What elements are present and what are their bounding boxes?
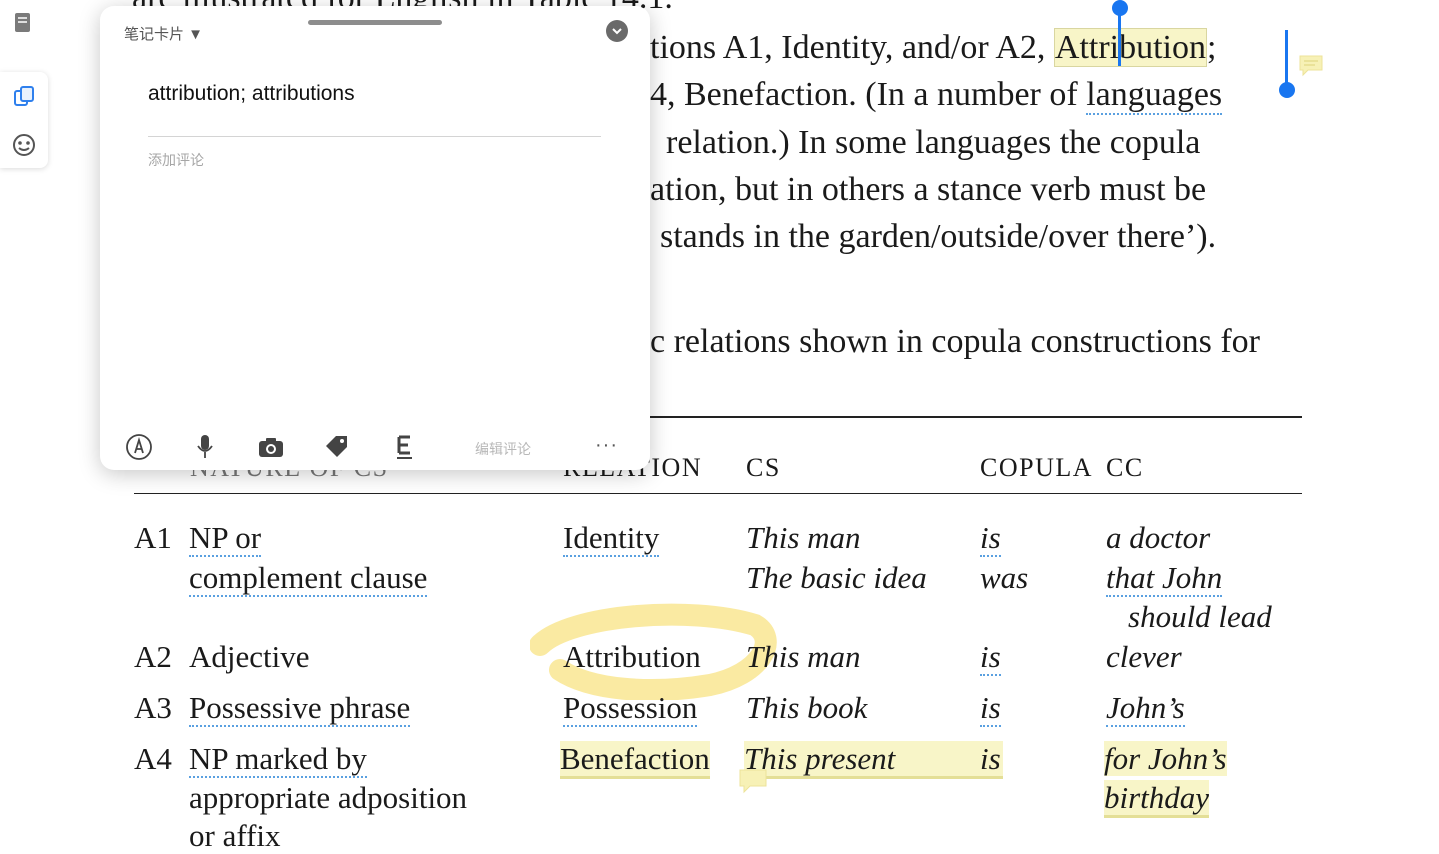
row-a3-nature[interactable]: Possessive phrase (189, 690, 411, 727)
side-toolbar (0, 72, 48, 168)
comment-badge-icon-2[interactable] (738, 768, 768, 794)
edit-comment-button[interactable]: 编辑评论 (475, 439, 531, 459)
copy-icon[interactable] (11, 84, 37, 110)
text-line-1-a: tions A1, Identity, and/or A2, (650, 29, 1046, 66)
row-a4-cop1[interactable]: is (980, 741, 1001, 779)
row-a2-relation[interactable]: Attribution (563, 639, 701, 675)
row-a4-cs1[interactable]: This present (744, 741, 1004, 779)
row-a4-cc2-highlight[interactable]: birthday (1104, 780, 1210, 818)
text-line-2-a: 4, Benefaction. (In a number of (650, 76, 1078, 113)
row-a4-cc2[interactable]: birthday (1104, 780, 1210, 818)
header-cs: CS (746, 453, 781, 482)
row-a3-nature-text[interactable]: Possessive phrase (189, 690, 411, 727)
selection-end-knob[interactable] (1279, 82, 1295, 98)
row-a4-relation-highlight[interactable]: Benefaction (560, 741, 710, 779)
row-a3-cc1-text[interactable]: John’s (1106, 690, 1185, 727)
row-a2-nature: Adjective (189, 639, 310, 674)
row-a2-cc1: clever (1106, 639, 1182, 674)
row-a1-cc2[interactable]: that John (1106, 560, 1223, 597)
text-line-4: ation, but in others a stance verb must … (650, 171, 1207, 208)
text-line-1: tions A1, Identity, and/or A2, Attributi… (650, 28, 1216, 68)
row-a1-cop2: was (980, 560, 1029, 595)
row-a1-id: A1 (134, 520, 172, 555)
row-a3-cs1: This book (746, 690, 868, 725)
row-a4-nature[interactable]: NP marked by (189, 741, 367, 778)
row-a4-nature-text[interactable]: NP marked by (189, 741, 367, 778)
camera-icon[interactable] (256, 432, 286, 462)
note-card-title[interactable]: 笔记卡片 ▼ (124, 23, 203, 44)
row-a4-nature-2: appropriate adposition (189, 780, 468, 815)
row-a3-id: A3 (134, 690, 172, 725)
note-quote-text: attribution; attributions (148, 82, 355, 105)
row-a1-cs1: This man (746, 520, 861, 555)
row-a1-nature-line2[interactable]: complement clause (189, 560, 428, 597)
row-a1-relation-text[interactable]: Identity (563, 520, 660, 557)
text-line-1-c: ; (1207, 29, 1217, 66)
selected-word-attribution[interactable]: Attribution (1053, 28, 1207, 67)
chevron-down-icon (612, 28, 622, 35)
pen-icon[interactable] (124, 432, 154, 462)
more-options-button[interactable]: ··· (595, 434, 618, 457)
tag-icon[interactable] (322, 432, 352, 462)
row-a2-cop1-text[interactable]: is (980, 639, 1001, 676)
text-line-2: 4, Benefaction. (In a number of language… (650, 75, 1223, 115)
text-line-6: c relations shown in copula construction… (650, 323, 1260, 360)
row-a3-relation-text[interactable]: Possession (563, 690, 698, 727)
row-a3-relation[interactable]: Possession (563, 690, 698, 727)
comment-input[interactable]: 添加评论 (148, 150, 204, 170)
row-a4-relation[interactable]: Benefaction (560, 741, 710, 779)
row-a4-cop1-highlight[interactable]: is (980, 741, 1001, 779)
table-top-rule (650, 416, 1302, 418)
row-a1-cc1: a doctor (1106, 520, 1211, 555)
note-divider (148, 136, 601, 137)
row-a4-cc1[interactable]: for John’s (1104, 741, 1227, 777)
text-line-3: relation.) In some languages the copula (666, 124, 1201, 161)
note-card[interactable]: 笔记卡片 ▼ attribution; attributions 添加评论 编辑… (100, 6, 650, 470)
text-format-icon[interactable] (390, 432, 420, 462)
row-a1-cc3: should lead (1128, 599, 1272, 634)
row-a4-cs1-highlight[interactable]: This present (744, 741, 1004, 779)
word-languages[interactable]: languages (1086, 76, 1223, 115)
row-a4-nature-3: or affix (189, 818, 281, 853)
row-a1-nature: NP or (189, 520, 262, 557)
selection-start-knob[interactable] (1112, 0, 1128, 16)
row-a2-cs1: This man (746, 639, 861, 674)
row-a3-cop1-text[interactable]: is (980, 690, 1001, 727)
header-cc: CC (1106, 453, 1144, 482)
notebook-icon[interactable] (10, 10, 36, 36)
row-a1-nature-line1[interactable]: NP or (189, 520, 262, 557)
table-header-rule (134, 493, 1302, 494)
row-a4-cc1-highlight[interactable]: for John’s (1104, 741, 1227, 776)
row-a1-cc2-text[interactable]: that John (1106, 560, 1223, 597)
row-a1-relation[interactable]: Identity (563, 520, 660, 557)
row-a3-cop1[interactable]: is (980, 690, 1001, 727)
row-a2-id: A2 (134, 639, 172, 674)
row-a1-cs2: The basic idea (746, 560, 927, 595)
row-a1-cop1-text[interactable]: is (980, 520, 1001, 557)
microphone-icon[interactable] (190, 432, 220, 462)
row-a2-cop1[interactable]: is (980, 639, 1001, 676)
row-a3-cc1[interactable]: John’s (1106, 690, 1185, 727)
selection-end-handle[interactable] (1285, 30, 1288, 90)
row-a4-id: A4 (134, 741, 172, 776)
row-a1-nature-2[interactable]: complement clause (189, 560, 428, 597)
drag-handle[interactable] (308, 20, 442, 25)
header-copula: COPULA (980, 453, 1094, 482)
emoji-icon[interactable] (11, 132, 37, 158)
collapse-button[interactable] (606, 20, 628, 42)
row-a1-cop1[interactable]: is (980, 520, 1001, 557)
comment-badge-icon[interactable] (1298, 54, 1324, 78)
text-line-5: stands in the garden/outside/over there’… (660, 218, 1217, 255)
